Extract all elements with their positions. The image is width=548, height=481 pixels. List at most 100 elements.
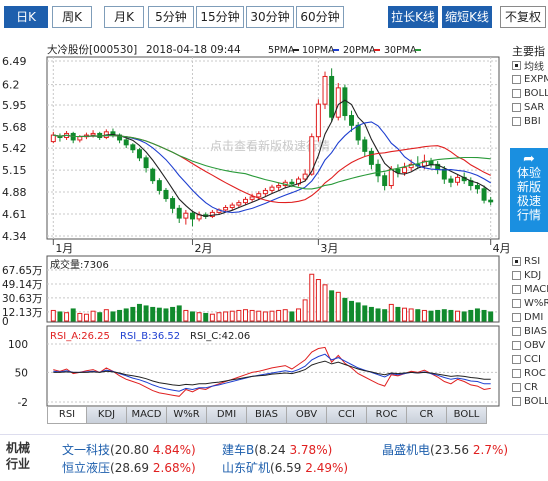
sub-indicator-kdj[interactable]: KDJ	[512, 268, 548, 282]
checkbox[interactable]	[512, 312, 521, 322]
rsi-a-label: RSI_A:26.25	[50, 331, 110, 342]
indicator-tab-cr[interactable]: CR	[407, 406, 447, 424]
checkbox[interactable]	[512, 60, 521, 70]
candle	[329, 68, 335, 123]
adjust-select-button[interactable]: 不复权	[500, 6, 546, 28]
stock-name[interactable]: 文一科技	[62, 443, 110, 457]
period-toolbar: 日K 周K 月K 5分钟 15分钟 30分钟 60分钟 拉长K线 缩短K线 不复…	[0, 0, 548, 34]
volume-bar	[375, 308, 381, 322]
price-tick-label: 4.61	[2, 208, 27, 221]
volume-bar	[315, 279, 321, 322]
sector-stock-2[interactable]: 建车B(8.24 3.78%)	[222, 441, 332, 458]
new-version-promo-button[interactable]: ➦ 体验 新版 极速 行情	[510, 148, 548, 232]
candle	[428, 157, 434, 168]
checkbox[interactable]	[512, 340, 521, 350]
sector-stock-5[interactable]: 山东矿机(6.59 2.49%)	[222, 459, 348, 476]
sector-stock-3[interactable]: 晶盛机电(23.56 2.7%)	[382, 441, 508, 458]
volume-bar	[362, 305, 368, 322]
checkbox[interactable]	[512, 256, 521, 266]
checkbox-label: SAR	[524, 101, 545, 113]
indicator-tab-macd[interactable]: MACD	[127, 406, 167, 424]
stock-price: (23.56	[430, 443, 470, 457]
month-label: 3月	[320, 242, 338, 255]
checkbox-label: BOLL	[524, 87, 548, 99]
price-tick-label: 6.2	[2, 79, 20, 92]
indicator-tab-rsi[interactable]: RSI	[47, 406, 87, 424]
candle	[103, 129, 109, 140]
main-indicator-boll[interactable]: BOLL	[512, 86, 548, 100]
checkbox[interactable]	[512, 298, 521, 308]
volume-bar	[183, 309, 189, 322]
candle	[448, 175, 454, 188]
main-indicator-[interactable]: 均线	[512, 58, 548, 73]
checkbox[interactable]	[512, 74, 521, 84]
tab-weekly-k[interactable]: 周K	[52, 6, 92, 28]
checkbox[interactable]	[512, 270, 521, 280]
tab-daily-k[interactable]: 日K	[4, 6, 48, 28]
volume-bar	[150, 306, 156, 322]
indicator-tab-kdj[interactable]: KDJ	[87, 406, 127, 424]
sub-indicator-roc[interactable]: ROC	[512, 366, 548, 380]
stock-price: (28.69	[110, 461, 150, 475]
tab-30min[interactable]: 30分钟	[246, 6, 294, 28]
sub-indicator-rsi[interactable]: RSI	[512, 254, 548, 268]
sector-stock-4[interactable]: 恒立液压(28.69 2.68%)	[62, 459, 196, 476]
sub-indicator-wr[interactable]: W%R	[512, 296, 548, 310]
volume-bar	[408, 308, 414, 322]
stock-name[interactable]: 建车B	[222, 443, 254, 457]
chart-datetime: 2018-04-18 09:44	[146, 44, 241, 56]
volume-bar	[461, 311, 467, 322]
checkbox[interactable]	[512, 116, 521, 126]
indicator-tab-boll[interactable]: BOLL	[447, 406, 487, 424]
indicator-tab-bias[interactable]: BIAS	[247, 406, 287, 424]
main-indicator-bbi[interactable]: BBI	[512, 114, 548, 128]
sector-stock-1[interactable]: 文一科技(20.80 4.84%)	[62, 441, 196, 458]
tab-monthly-k[interactable]: 月K	[104, 6, 144, 28]
candle	[57, 133, 63, 142]
candle	[435, 161, 441, 175]
sub-indicator-cr[interactable]: CR	[512, 380, 548, 394]
sub-indicator-dmi[interactable]: DMI	[512, 310, 548, 324]
checkbox[interactable]	[512, 396, 521, 406]
volume-bar	[329, 290, 335, 322]
stock-name[interactable]: 山东矿机	[222, 461, 270, 475]
checkbox[interactable]	[512, 102, 521, 112]
tab-60min[interactable]: 60分钟	[296, 6, 344, 28]
stock-name[interactable]: 恒立液压	[62, 461, 110, 475]
stock-change: 2.68%)	[152, 461, 196, 475]
volume-bar	[103, 309, 109, 322]
checkbox[interactable]	[512, 326, 521, 336]
sub-indicator-macd[interactable]: MACD	[512, 282, 548, 296]
volume-bar	[77, 312, 83, 322]
tab-5min[interactable]: 5分钟	[148, 6, 194, 28]
sub-indicator-cci[interactable]: CCI	[512, 352, 548, 366]
candle	[123, 137, 129, 149]
kline-chart[interactable]: 大冷股份[000530] 2018-04-18 09:44 5PMA 10PMA…	[0, 34, 510, 432]
volume-bar	[243, 309, 248, 322]
indicator-tab-roc[interactable]: ROC	[367, 406, 407, 424]
checkbox[interactable]	[512, 368, 521, 378]
sub-indicator-bias[interactable]: BIAS	[512, 324, 548, 338]
rsi-panel-frame	[46, 325, 500, 407]
extend-kline-button[interactable]: 拉长K线	[388, 6, 438, 28]
indicator-tab-wr[interactable]: W%R	[167, 406, 207, 424]
checkbox[interactable]	[512, 354, 521, 364]
checkbox[interactable]	[512, 88, 521, 98]
sub-indicator-boll[interactable]: BOLL	[512, 394, 548, 408]
indicator-tab-obv[interactable]: OBV	[287, 406, 327, 424]
main-indicator-sar[interactable]: SAR	[512, 100, 548, 114]
indicator-tab-dmi[interactable]: DMI	[207, 406, 247, 424]
indicator-tab-cci[interactable]: CCI	[327, 406, 367, 424]
volume-bar	[196, 312, 202, 322]
volume-bar	[382, 309, 388, 322]
rsi-b-label: RSI_B:36.52	[120, 331, 180, 342]
volume-bar	[309, 273, 315, 322]
stock-name[interactable]: 晶盛机电	[382, 443, 430, 457]
shorten-kline-button[interactable]: 缩短K线	[442, 6, 492, 28]
sub-indicator-obv[interactable]: OBV	[512, 338, 548, 352]
tab-15min[interactable]: 15分钟	[196, 6, 244, 28]
checkbox[interactable]	[512, 284, 521, 294]
rsi-tick-label: -2	[18, 397, 28, 409]
checkbox[interactable]	[512, 382, 521, 392]
main-indicator-expm[interactable]: EXPM	[512, 72, 548, 86]
